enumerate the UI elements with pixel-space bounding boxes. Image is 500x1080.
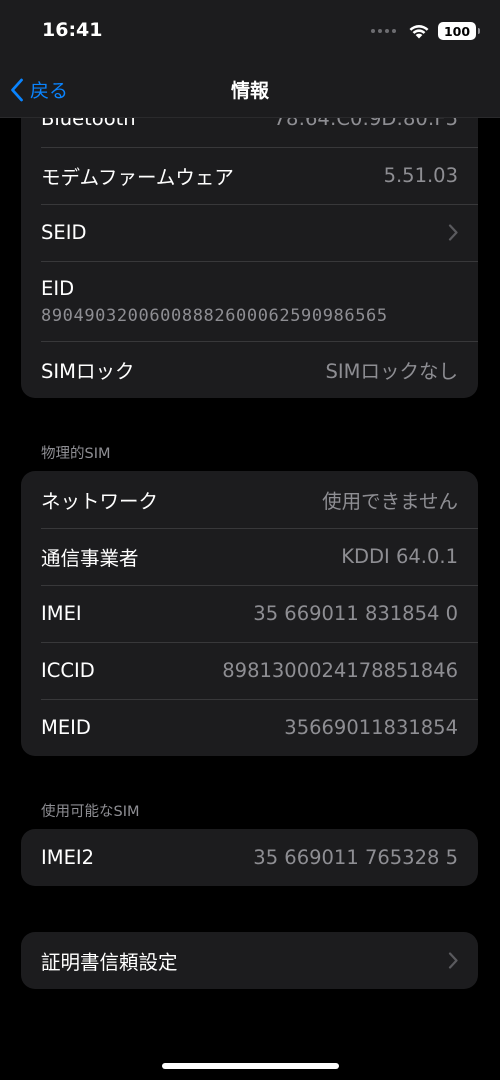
iccid-row[interactable]: ICCID 8981300024178851846 xyxy=(21,642,478,699)
battery-icon: 100 xyxy=(438,22,480,40)
sim-lock-row[interactable]: SIMロック SIMロックなし xyxy=(21,341,478,398)
cellular-signal-icon xyxy=(371,29,396,33)
eid-value: 89049032006008882600062590986565 xyxy=(41,305,388,326)
certificate-trust-settings-row[interactable]: 証明書信頼設定 xyxy=(21,932,478,989)
iccid-value: 8981300024178851846 xyxy=(222,659,458,682)
network-row[interactable]: ネットワーク 使用できません xyxy=(21,471,478,528)
status-time: 16:41 xyxy=(42,19,103,41)
certificate-group: 証明書信頼設定 xyxy=(21,932,478,989)
seid-row[interactable]: SEID xyxy=(21,204,478,261)
imei-value: 35 669011 831854 0 xyxy=(253,602,458,625)
imei2-label: IMEI2 xyxy=(41,846,95,869)
sim-lock-value: SIMロックなし xyxy=(325,360,458,383)
imei-label: IMEI xyxy=(41,602,82,625)
available-sim-group: IMEI2 35 669011 765328 5 xyxy=(21,829,478,886)
seid-label: SEID xyxy=(41,221,87,244)
status-indicators: 100 xyxy=(371,22,480,40)
available-sim-header: 使用可能なSIM xyxy=(41,804,140,820)
navigation-header: 16:41 100 戻る 情報 xyxy=(0,0,500,118)
modem-firmware-label: モデムファームウェア xyxy=(41,166,234,189)
meid-value: 35669011831854 xyxy=(284,716,458,739)
network-label: ネットワーク xyxy=(41,490,159,513)
meid-row[interactable]: MEID 35669011831854 xyxy=(21,699,478,756)
modem-firmware-value: 5.51.03 xyxy=(383,164,458,187)
physical-sim-group: ネットワーク 使用できません 通信事業者 KDDI 64.0.1 IMEI 35… xyxy=(21,471,478,756)
eid-label: EID xyxy=(41,276,75,300)
wifi-icon xyxy=(409,25,429,39)
network-value: 使用できません xyxy=(322,490,458,513)
carrier-value: KDDI 64.0.1 xyxy=(341,545,458,568)
meid-label: MEID xyxy=(41,716,91,739)
carrier-row[interactable]: 通信事業者 KDDI 64.0.1 xyxy=(21,528,478,585)
physical-sim-header: 物理的SIM xyxy=(41,446,111,462)
chevron-right-icon xyxy=(448,224,458,241)
screen: Bluetooth 78:64:C0:9D:80:F5 モデムファームウェア 5… xyxy=(0,0,500,1080)
carrier-label: 通信事業者 xyxy=(41,547,139,570)
modem-firmware-row[interactable]: モデムファームウェア 5.51.03 xyxy=(21,147,478,204)
chevron-right-icon xyxy=(448,952,458,969)
page-title: 情報 xyxy=(230,80,269,102)
imei2-row[interactable]: IMEI2 35 669011 765328 5 xyxy=(21,829,478,886)
iccid-label: ICCID xyxy=(41,659,95,682)
battery-level: 100 xyxy=(443,23,471,39)
sim-lock-label: SIMロック xyxy=(41,360,135,383)
device-info-group: Bluetooth 78:64:C0:9D:80:F5 モデムファームウェア 5… xyxy=(21,90,478,398)
eid-row[interactable]: EID 89049032006008882600062590986565 xyxy=(21,261,478,341)
home-indicator[interactable] xyxy=(162,1063,339,1069)
imei2-value: 35 669011 765328 5 xyxy=(253,846,458,869)
imei-row[interactable]: IMEI 35 669011 831854 0 xyxy=(21,585,478,642)
certificate-trust-settings-label: 証明書信頼設定 xyxy=(41,951,178,974)
